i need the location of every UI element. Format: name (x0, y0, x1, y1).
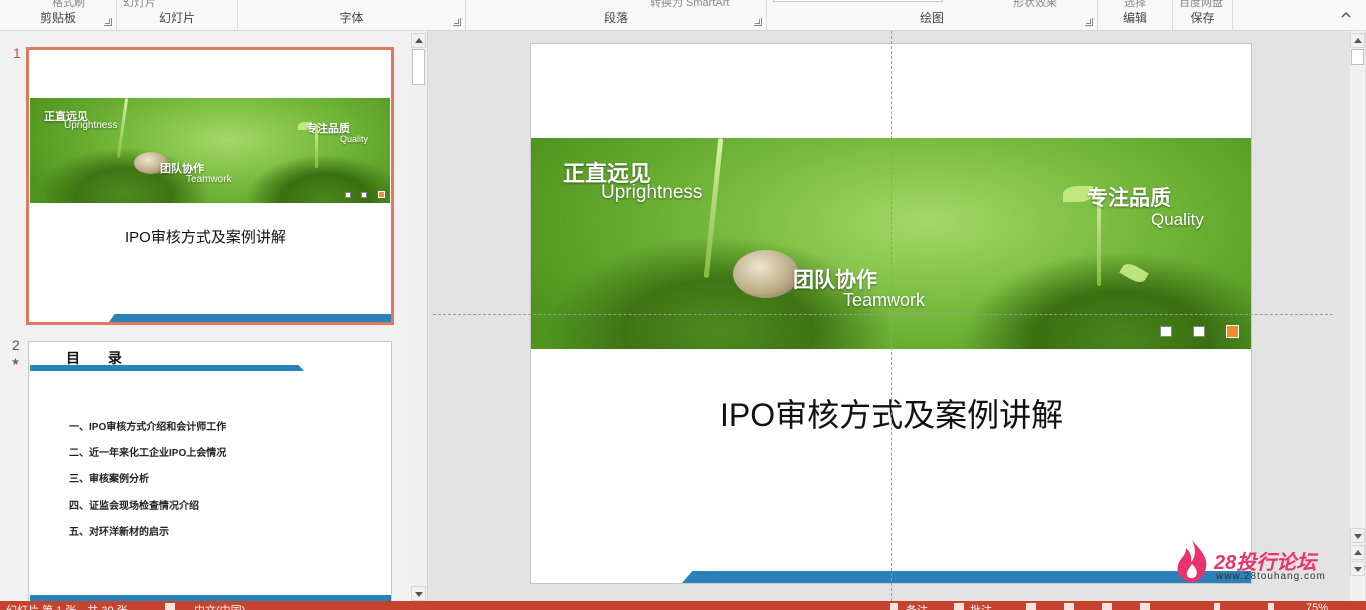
dialog-launcher-icon[interactable] (453, 18, 461, 26)
toc-item: 三、审核案例分析 (69, 474, 149, 485)
zoom-in-icon[interactable] (1268, 603, 1274, 610)
quick-styles-fragment[interactable] (773, 0, 943, 2)
status-bar: 幻灯片 第 1 张，共 30 张 中文(中国) 备注 批注 75% (0, 601, 1366, 610)
rss-icon (378, 191, 385, 198)
banner-sub-quality: Quality (340, 134, 369, 144)
ribbon-group-label: 绘图 (919, 11, 944, 25)
banner-sub-quality: Quality (1151, 210, 1204, 229)
scroll-down-icon[interactable] (1350, 528, 1365, 543)
slide-thumbnail-2[interactable]: 目 录 一、IPO审核方式介绍和会计师工作 二、近一年来化工企业IPO上会情况 … (28, 341, 392, 603)
comments-icon[interactable] (954, 603, 964, 610)
ribbon-group-label: 字体 (339, 11, 364, 25)
ribbon-group-slides: 幻灯片 幻灯片 (117, 0, 238, 30)
editor-scrollbar[interactable] (1350, 31, 1365, 601)
slide-sorter-icon[interactable] (1064, 603, 1074, 610)
toc-item: 四、证监会现场检查情况介绍 (69, 501, 199, 512)
collapse-ribbon-icon[interactable] (1340, 9, 1352, 21)
notes-icon[interactable] (890, 603, 898, 610)
slide-number: 2 (12, 337, 20, 353)
scroll-down-icon[interactable] (411, 586, 426, 601)
toc-underline-bar (30, 365, 304, 371)
next-slide-icon[interactable] (1350, 561, 1365, 576)
ribbon-group-save: 百度网盘 保存 (1173, 0, 1233, 30)
slide-editor: 正直远见 Uprightness 团队协作 Teamwork 专注品质 Qual… (429, 31, 1366, 601)
nav-prev-icon (1160, 326, 1172, 337)
scroll-up-icon[interactable] (1350, 33, 1365, 48)
ribbon-group-label: 保存 (1190, 11, 1215, 25)
language-status[interactable]: 中文(中国) (194, 602, 245, 610)
slide-count-status: 幻灯片 第 1 张，共 30 张 (6, 602, 128, 610)
forum-watermark-logo: 28投行论坛 www.28touhang.com (1172, 538, 1342, 588)
toc-item: 二、近一年来化工企业IPO上会情况 (69, 448, 227, 459)
notes-button[interactable]: 备注 (906, 602, 928, 610)
ribbon-group-font: 字体 (238, 0, 466, 30)
thumbnail-scrollbar[interactable] (411, 33, 426, 601)
previous-slide-icon[interactable] (1350, 545, 1365, 560)
ribbon-group-paragraph: 转换为 SmartArt 段落 (466, 0, 767, 30)
banner-sub-teamwork: Teamwork (843, 290, 926, 310)
slide-number: 1 (13, 45, 21, 61)
zoom-slider-icon[interactable] (1214, 603, 1220, 610)
comments-button[interactable]: 批注 (970, 602, 992, 610)
snail-shell-shape (733, 250, 799, 298)
scroll-up-icon[interactable] (411, 33, 426, 48)
thumbnail-banner-image: 正直远见 Uprightness 团队协作 Teamwork 专注品质 Qual… (30, 98, 390, 203)
ribbon-group-label: 编辑 (1122, 11, 1147, 25)
forum-logo-url: www.28touhang.com (1216, 571, 1326, 582)
slide-thumbnail-pane: 1 正直远见 Uprightness 团队协作 Teamwork 专注品质 Qu… (0, 31, 428, 603)
animation-star-icon: ★ (11, 357, 20, 368)
horizontal-guide-line[interactable] (433, 314, 1333, 315)
reading-view-icon[interactable] (1102, 603, 1112, 610)
normal-view-icon[interactable] (1026, 603, 1036, 610)
thumbnail-title: IPO审核方式及案例讲解 (125, 229, 286, 246)
slide-thumbnail-1[interactable]: 正直远见 Uprightness 团队协作 Teamwork 专注品质 Qual… (26, 47, 394, 325)
ribbon-group-editing: 选择 编辑 (1098, 0, 1173, 30)
nav-prev-icon (345, 192, 351, 198)
banner-sub-uprightness: Uprightness (601, 182, 703, 203)
accent-bar (109, 314, 391, 322)
scrollbar-thumb[interactable] (412, 49, 425, 85)
nav-next-icon (1193, 326, 1205, 337)
slideshow-icon[interactable] (1140, 603, 1150, 610)
sprout-stem (703, 138, 724, 278)
ribbon-group-drawing: 形状效果 绘图 (767, 0, 1098, 30)
sprout-stem (116, 98, 129, 158)
rss-icon (1226, 325, 1239, 338)
dialog-launcher-icon[interactable] (1085, 18, 1093, 26)
ribbon-group-label: 段落 (603, 11, 628, 25)
toc-item: 一、IPO审核方式介绍和会计师工作 (69, 422, 227, 433)
scrollbar-thumb[interactable] (1351, 49, 1364, 65)
ribbon-group-label: 剪贴板 (39, 11, 76, 25)
ribbon-group-clipboard: 格式刷 剪贴板 (0, 0, 117, 30)
vertical-guide-line[interactable] (891, 31, 892, 601)
sprout-leaf (1119, 260, 1149, 286)
flame-logo-icon (1177, 540, 1207, 583)
nav-next-icon (361, 192, 367, 198)
dialog-launcher-icon[interactable] (754, 18, 762, 26)
banner-title-quality: 专注品质 (1087, 187, 1171, 210)
dialog-launcher-icon[interactable] (104, 18, 112, 26)
toc-item: 五、对环洋新材的启示 (69, 527, 169, 538)
spellcheck-icon[interactable] (165, 603, 175, 610)
ribbon: 格式刷 剪贴板 幻灯片 幻灯片 字体 转换为 SmartArt 段落 形状效果 … (0, 0, 1366, 31)
accent-bar (681, 571, 1251, 583)
banner-sub-teamwork: Teamwork (186, 174, 232, 185)
zoom-level[interactable]: 75% (1306, 602, 1328, 610)
banner-sub-uprightness: Uprightness (64, 120, 118, 131)
ribbon-group-label: 幻灯片 (158, 11, 195, 25)
